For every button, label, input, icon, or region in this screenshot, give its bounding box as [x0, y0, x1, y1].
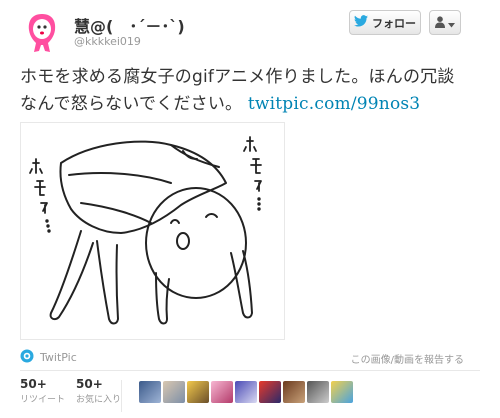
avatar[interactable] [20, 10, 64, 54]
retweeter-avatar[interactable] [139, 381, 161, 403]
follow-button[interactable]: フォロー [349, 10, 421, 35]
follow-label: フォロー [372, 16, 416, 30]
media-image[interactable] [20, 122, 285, 340]
retweeter-avatar[interactable] [187, 381, 209, 403]
retweeter-avatar[interactable] [307, 381, 329, 403]
retweeter-avatar[interactable] [283, 381, 305, 403]
tweet-stats: 50+ リツイート 50+ お気に入り [20, 377, 126, 413]
tweet-card: 慧@( ･´－･`) @kkkkei019 フォロー ホモを求める腐女子のgif… [0, 0, 500, 418]
favorite-label: お気に入り [76, 395, 122, 405]
retweet-count: 50+ [20, 377, 47, 391]
user-handle[interactable]: @kkkkei019 [74, 35, 141, 48]
retweeter-avatar[interactable] [259, 381, 281, 403]
favorite-count: 50+ [76, 377, 103, 391]
retweeter-avatar[interactable] [163, 381, 185, 403]
caret-down-icon [448, 13, 455, 32]
twitpic-icon [20, 349, 34, 366]
user-actions-button[interactable] [429, 10, 461, 35]
favorite-stat[interactable]: 50+ お気に入り [76, 377, 126, 413]
stats-divider [121, 380, 122, 412]
user-name[interactable]: 慧@( ･´－･`) [74, 13, 185, 37]
retweeter-avatar[interactable] [331, 381, 353, 403]
retweet-stat[interactable]: 50+ リツイート [20, 377, 70, 413]
tweet-text: ホモを求める腐女子のgifアニメ作りました。ほんの冗談なんで怒らないでください。… [20, 64, 460, 118]
report-media-link[interactable]: この画像/動画を報告する [351, 351, 464, 366]
retweeter-avatar[interactable] [235, 381, 257, 403]
twitter-bird-icon [354, 15, 368, 30]
retweeter-avatar[interactable] [211, 381, 233, 403]
tweet-link[interactable]: twitpic.com/99nos3 [248, 94, 420, 114]
media-source[interactable]: TwitPic [20, 349, 77, 366]
media-source-label: TwitPic [40, 351, 77, 364]
retweet-label: リツイート [20, 395, 66, 405]
user-icon [435, 13, 445, 32]
retweeter-avatars [139, 381, 353, 403]
divider [20, 370, 480, 371]
